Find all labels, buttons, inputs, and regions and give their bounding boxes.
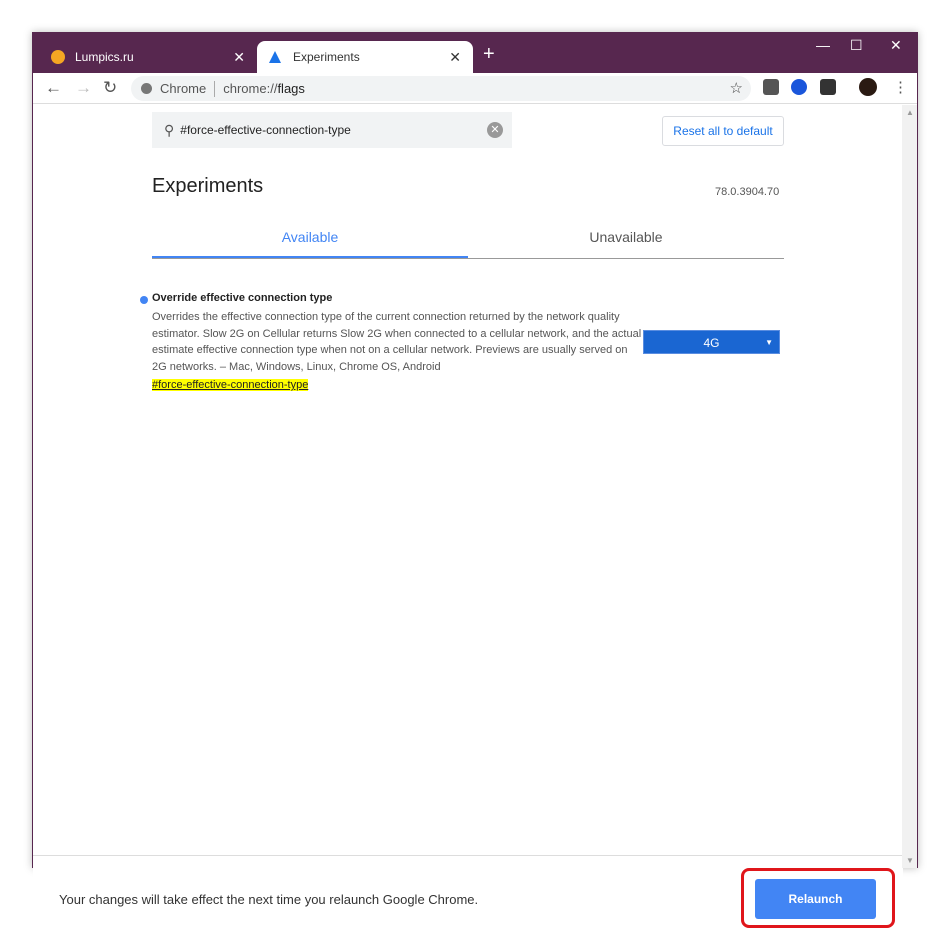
- avatar[interactable]: [859, 78, 877, 96]
- close-window-button[interactable]: ✕: [890, 37, 902, 54]
- flag-permalink[interactable]: #force-effective-connection-type: [152, 379, 309, 391]
- lumpics-favicon-icon: [51, 50, 65, 64]
- flask-icon: [269, 51, 281, 63]
- scroll-down-icon[interactable]: ▼: [906, 856, 914, 865]
- tab-title: Experiments: [293, 50, 360, 64]
- relaunch-button[interactable]: Relaunch: [755, 879, 876, 919]
- url-prefix: chrome://: [223, 81, 278, 96]
- new-tab-button[interactable]: +: [483, 43, 495, 66]
- page-title: Experiments: [152, 175, 264, 197]
- search-icon: ⚲: [164, 121, 175, 138]
- flag-value-select[interactable]: 4G ▼: [643, 330, 780, 354]
- chrome-icon: [141, 83, 152, 94]
- search-value: #force-effective-connection-type: [180, 123, 351, 137]
- close-tab-icon[interactable]: ✕: [449, 49, 461, 66]
- site-label: Chrome: [160, 81, 207, 96]
- search-input[interactable]: ⚲ #force-effective-connection-type ✕: [152, 112, 512, 148]
- experiments-tabs: Available Unavailable: [152, 217, 784, 259]
- maximize-button[interactable]: ☐: [850, 37, 863, 54]
- browser-window: Lumpics.ru ✕ Experiments ✕ + — ☐ ✕ ← → ↻…: [32, 32, 918, 941]
- back-button[interactable]: ←: [45, 78, 62, 98]
- title-bar: Lumpics.ru ✕ Experiments ✕ + — ☐ ✕: [33, 33, 917, 73]
- selected-value: 4G: [703, 336, 720, 350]
- globe-extension-icon[interactable]: [791, 79, 807, 95]
- relaunch-bar: Your changes will take effect the next t…: [33, 855, 903, 941]
- dropdown-arrow-icon: ▼: [765, 338, 773, 347]
- flag-item: Override effective connection type Overr…: [140, 292, 642, 393]
- page-content: ⚲ #force-effective-connection-type ✕ Res…: [33, 105, 903, 941]
- minimize-button[interactable]: —: [816, 37, 830, 53]
- tab-experiments[interactable]: Experiments ✕: [257, 41, 473, 73]
- ublock-extension-icon[interactable]: [763, 79, 779, 95]
- scrollbar[interactable]: ▲ ▼: [902, 105, 917, 868]
- bookmark-star-icon[interactable]: ☆: [730, 79, 743, 97]
- tab-available[interactable]: Available: [152, 217, 468, 258]
- relaunch-message: Your changes will take effect the next t…: [59, 892, 479, 907]
- scroll-up-icon[interactable]: ▲: [906, 108, 914, 117]
- toolbar: ← → ↻ Chrome chrome://flags ☆ ⋮: [33, 73, 917, 104]
- address-bar[interactable]: Chrome chrome://flags ☆: [131, 76, 751, 101]
- forward-button[interactable]: →: [75, 78, 92, 98]
- flag-description: Overrides the effective connection type …: [152, 311, 642, 373]
- menu-icon[interactable]: ⋮: [893, 78, 908, 96]
- reload-button[interactable]: ↻: [103, 78, 117, 98]
- cube-extension-icon[interactable]: [820, 79, 836, 95]
- tab-unavailable[interactable]: Unavailable: [468, 217, 784, 258]
- reset-all-button[interactable]: Reset all to default: [662, 116, 784, 146]
- tab-lumpics[interactable]: Lumpics.ru ✕: [39, 41, 257, 73]
- modified-dot-icon: [140, 296, 148, 304]
- version-label: 78.0.3904.70: [715, 186, 780, 198]
- clear-search-icon[interactable]: ✕: [487, 122, 503, 138]
- url-path: flags: [277, 81, 305, 96]
- close-tab-icon[interactable]: ✕: [233, 49, 245, 66]
- flag-name: Override effective connection type: [152, 292, 333, 304]
- tab-title: Lumpics.ru: [75, 50, 134, 64]
